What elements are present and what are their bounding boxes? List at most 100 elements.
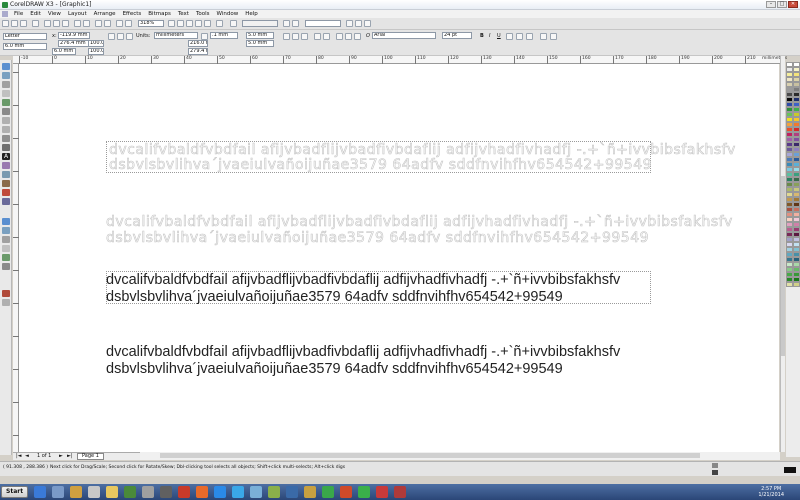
properties-icon[interactable] xyxy=(2,263,10,270)
explorer-icon[interactable] xyxy=(52,486,64,498)
ellipse-tool-icon[interactable] xyxy=(2,126,10,133)
app-icon-7[interactable] xyxy=(286,486,298,498)
group-icon[interactable] xyxy=(323,33,330,40)
docker-icon[interactable] xyxy=(2,227,10,234)
chrome-icon[interactable] xyxy=(214,486,226,498)
transform-icon[interactable] xyxy=(2,236,10,243)
align-center-icon[interactable] xyxy=(301,33,308,40)
blank-field[interactable] xyxy=(305,20,341,27)
smart-fill-icon[interactable] xyxy=(2,108,10,115)
italic-button[interactable]: I xyxy=(489,33,490,39)
app-icon-4[interactable] xyxy=(178,486,190,498)
lens-icon[interactable] xyxy=(2,245,10,252)
page-icon[interactable] xyxy=(126,33,133,40)
app-icon-11[interactable] xyxy=(394,486,406,498)
color-swatch[interactable] xyxy=(793,282,800,287)
font-size-select[interactable]: 24 pt xyxy=(442,32,472,39)
shape-icon[interactable] xyxy=(354,33,361,40)
shape-tool-icon[interactable] xyxy=(2,72,10,79)
app-icon-10[interactable] xyxy=(376,486,388,498)
vertical-scroll-thumb[interactable] xyxy=(781,176,785,356)
outline-tool-icon[interactable] xyxy=(2,180,10,187)
last-page-button[interactable]: ►| xyxy=(67,453,73,459)
position-x-field[interactable]: -119.9 mm xyxy=(58,32,90,39)
underline-button[interactable]: U xyxy=(497,33,501,39)
maximize-button[interactable]: □ xyxy=(777,1,787,8)
transparency-icon[interactable] xyxy=(195,20,202,27)
bullet-icon[interactable] xyxy=(516,33,523,40)
document-icon[interactable] xyxy=(2,11,8,17)
library-icon[interactable] xyxy=(106,486,118,498)
wrap-icon[interactable] xyxy=(345,33,352,40)
duplicate-v-field[interactable]: 5.0 mm xyxy=(246,40,274,47)
duplicate-h-field[interactable]: 5.0 mm xyxy=(246,32,274,39)
nudge-field[interactable]: .1 mm xyxy=(210,32,238,39)
menu-effects[interactable]: Effects xyxy=(123,11,142,17)
convert-icon[interactable] xyxy=(346,20,353,27)
page-height-field[interactable]: 279.4 mm xyxy=(188,48,208,55)
portrait-icon[interactable] xyxy=(108,33,115,40)
new-icon[interactable] xyxy=(2,20,9,27)
combine-icon[interactable] xyxy=(314,33,321,40)
firefox-icon[interactable] xyxy=(196,486,208,498)
welcome-icon[interactable] xyxy=(186,20,193,27)
zoom-tool-icon[interactable] xyxy=(2,90,10,97)
lock-icon[interactable] xyxy=(283,33,290,40)
system-clock[interactable]: 2:57 PM 1/21/2014 xyxy=(758,486,784,498)
freehand-tool-icon[interactable] xyxy=(2,99,10,106)
save-icon[interactable] xyxy=(20,20,27,27)
bucket-icon[interactable] xyxy=(2,299,10,306)
edit-text-icon[interactable] xyxy=(550,33,557,40)
start-button[interactable]: Start xyxy=(1,486,29,498)
paper-size-select[interactable]: Letter xyxy=(3,33,47,40)
object-manager-icon[interactable] xyxy=(2,218,10,225)
menu-view[interactable]: View xyxy=(48,11,61,17)
options-icon[interactable] xyxy=(177,20,184,27)
folder-icon[interactable] xyxy=(70,486,82,498)
media-icon[interactable] xyxy=(124,486,136,498)
export-icon[interactable] xyxy=(104,20,111,27)
basic-shapes-icon[interactable] xyxy=(2,144,10,151)
first-page-button[interactable]: |◄ xyxy=(16,453,22,459)
units-select[interactable]: millimeters xyxy=(154,32,198,39)
app-icon-5[interactable] xyxy=(250,486,262,498)
color-palette[interactable] xyxy=(786,62,800,457)
menu-window[interactable]: Window xyxy=(217,11,239,17)
undo-icon[interactable] xyxy=(74,20,81,27)
height-field[interactable]: 6.0 mm xyxy=(52,48,76,55)
menu-help[interactable]: Help xyxy=(245,11,258,17)
mirror-v-icon[interactable] xyxy=(292,20,299,27)
snap-to-icon[interactable] xyxy=(168,20,175,27)
app-icon-8[interactable] xyxy=(304,486,316,498)
landscape-icon[interactable] xyxy=(117,33,124,40)
crop-tool-icon[interactable] xyxy=(2,81,10,88)
rotate-icon[interactable] xyxy=(216,20,223,27)
polygon-tool-icon[interactable] xyxy=(2,135,10,142)
minimize-button[interactable]: – xyxy=(766,1,776,8)
redo-icon[interactable] xyxy=(83,20,90,27)
corel-online-icon[interactable] xyxy=(125,20,132,27)
drop-cap-icon[interactable] xyxy=(526,33,533,40)
app-icon-3[interactable] xyxy=(160,486,172,498)
open-icon[interactable] xyxy=(11,20,18,27)
app-icon-6[interactable] xyxy=(268,486,280,498)
scale-w-field[interactable]: 100.0 xyxy=(88,40,104,47)
coreldraw-task-icon[interactable] xyxy=(358,486,370,498)
text-tool-icon[interactable] xyxy=(230,20,237,27)
menu-file[interactable]: File xyxy=(14,11,23,17)
font-name-select[interactable]: Arial xyxy=(372,32,436,39)
menu-edit[interactable]: Edit xyxy=(30,11,41,17)
color-swatch[interactable] xyxy=(786,282,793,287)
ie-icon[interactable] xyxy=(34,486,46,498)
import-icon[interactable] xyxy=(95,20,102,27)
app-icon-9[interactable] xyxy=(340,486,352,498)
pick-tool-icon[interactable] xyxy=(2,63,10,70)
close-button[interactable]: ✕ xyxy=(788,1,798,8)
zoom-level-field[interactable]: 318% xyxy=(138,20,164,27)
pen-icon[interactable] xyxy=(2,290,10,297)
fill-tool-icon[interactable] xyxy=(2,189,10,196)
text-tool-icon[interactable]: A xyxy=(2,153,10,160)
copy-icon[interactable] xyxy=(53,20,60,27)
align-icon[interactable] xyxy=(355,20,362,27)
position-y-field[interactable]: 276.4 mm xyxy=(58,40,90,47)
